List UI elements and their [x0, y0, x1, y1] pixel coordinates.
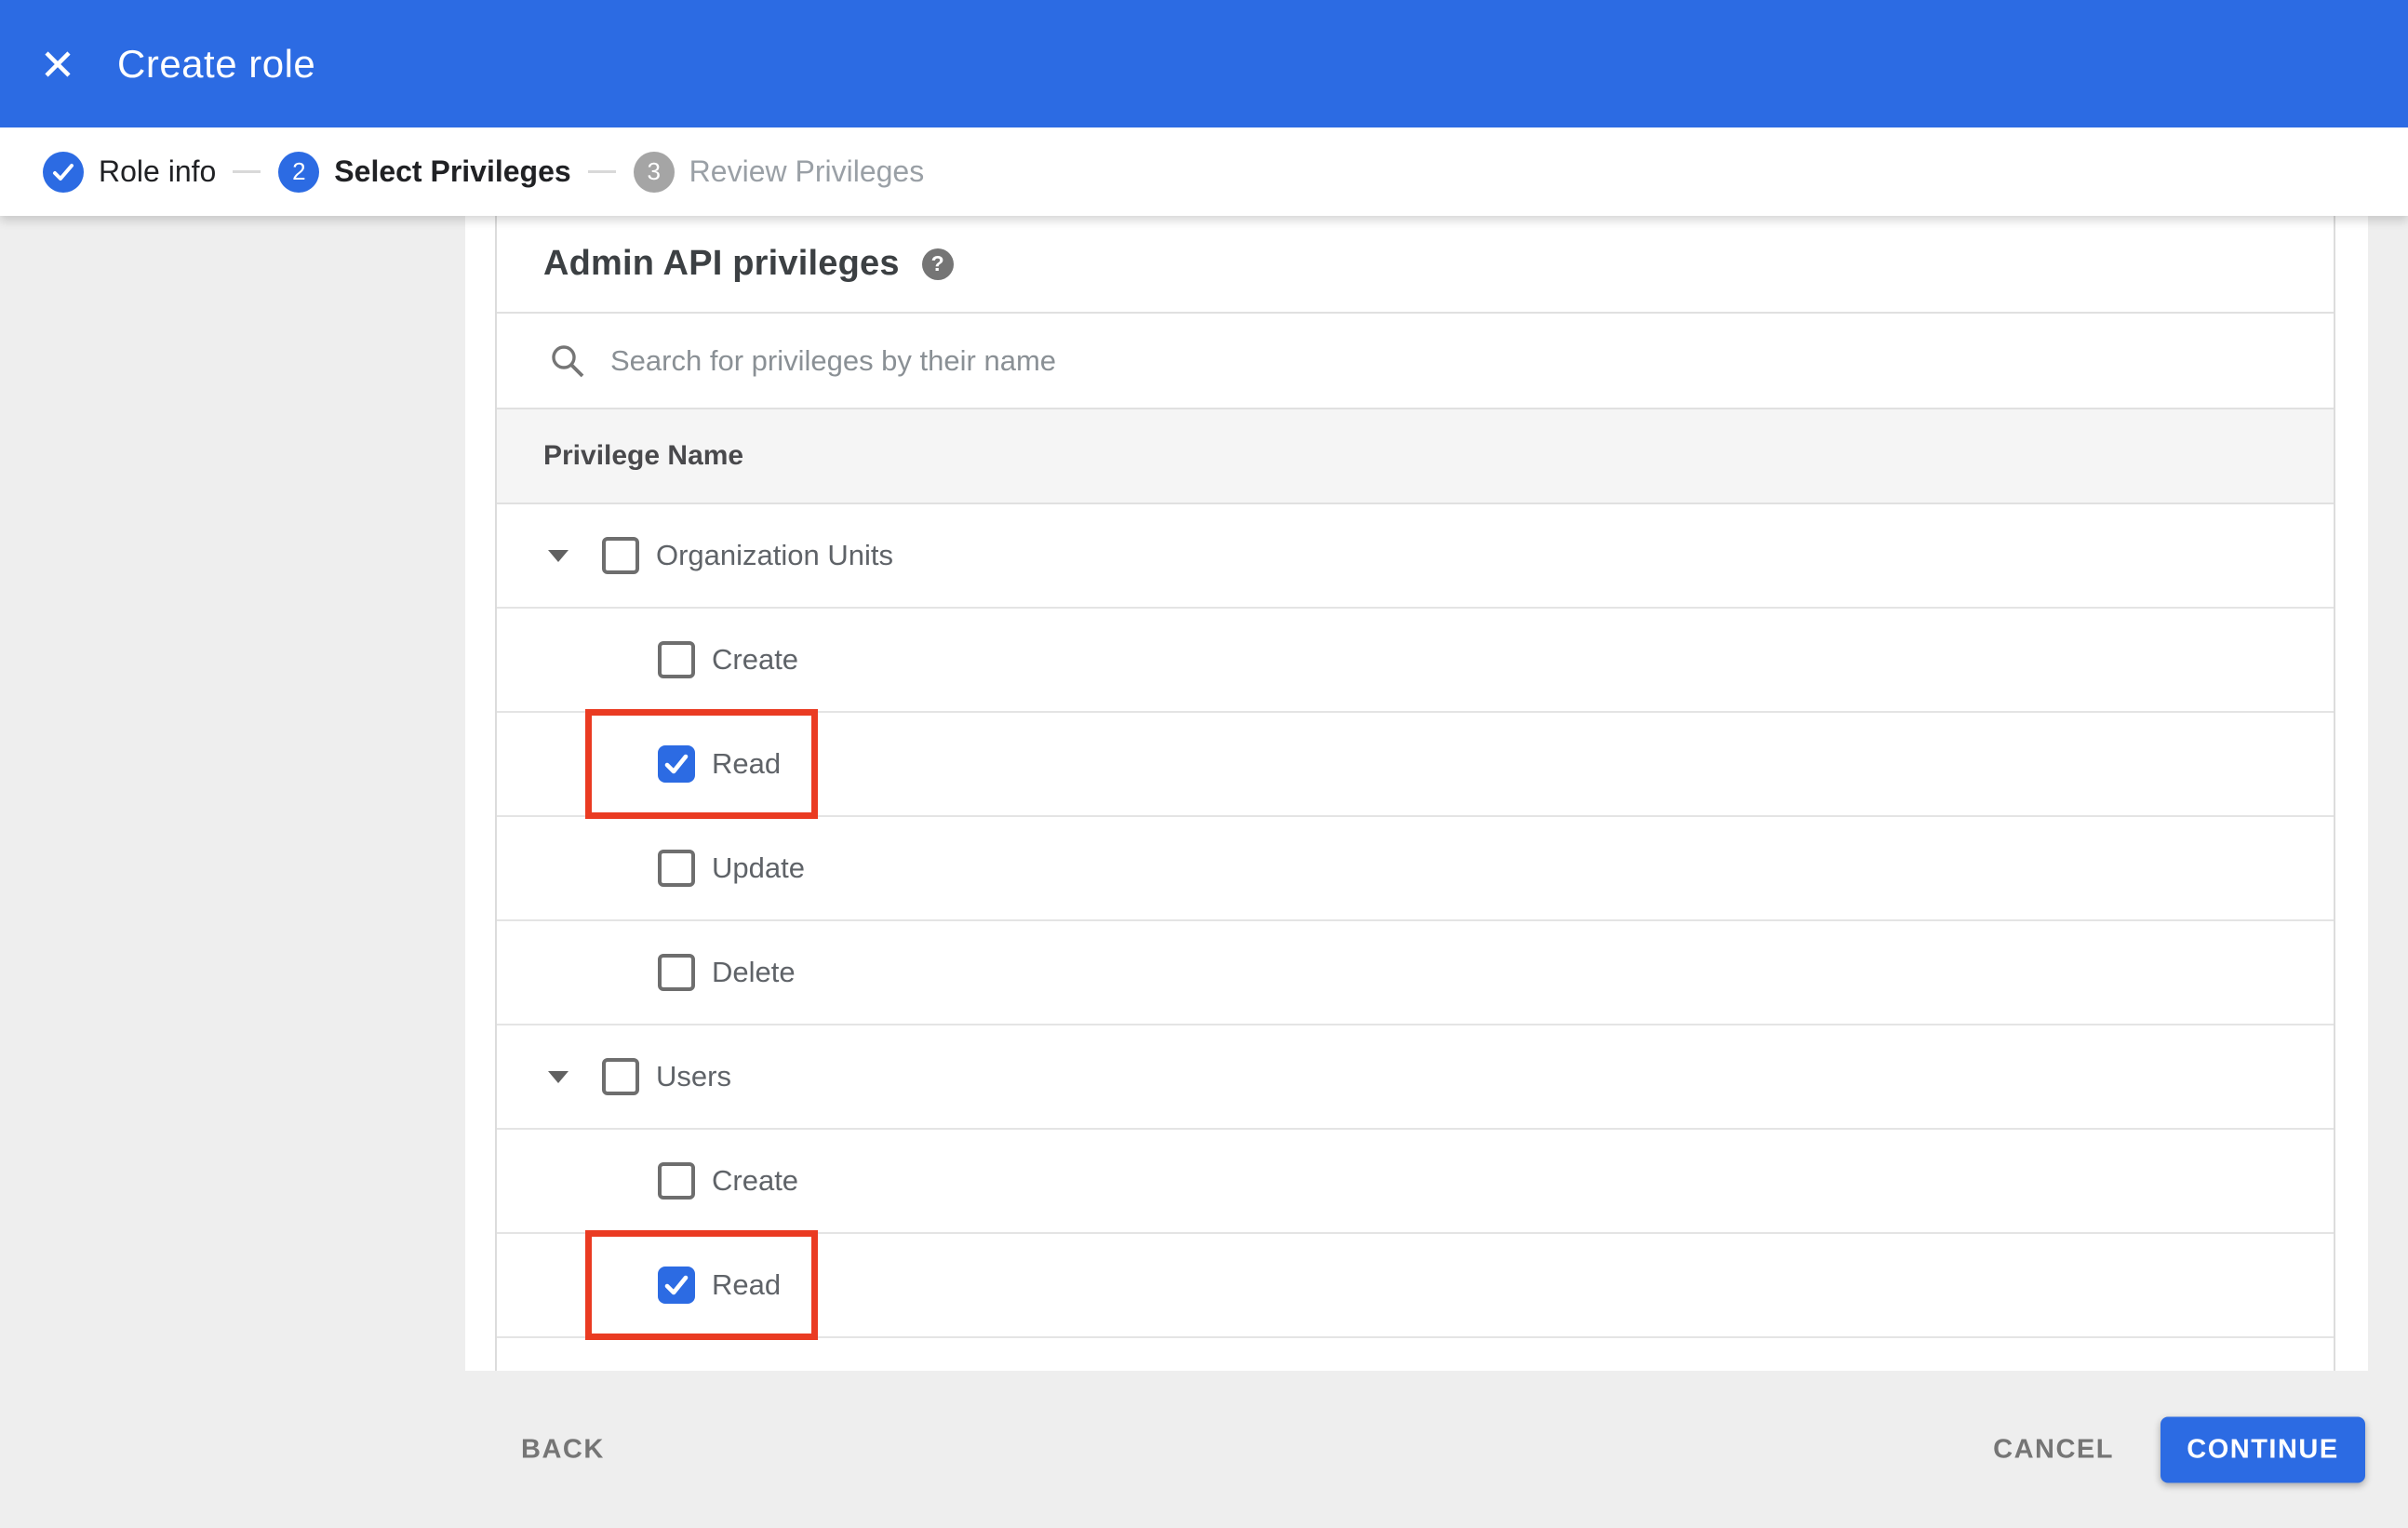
privilege-search-row — [497, 314, 2334, 409]
privilege-label: Update — [712, 851, 805, 884]
privilege-checkbox[interactable] — [602, 1058, 639, 1095]
table-row: Create — [497, 609, 2334, 713]
checkmark-icon — [664, 754, 689, 774]
privilege-label: Organization Units — [656, 539, 894, 571]
privilege-label: Read — [712, 1268, 782, 1301]
panel-heading: Admin API privileges — [543, 244, 900, 283]
cancel-button[interactable]: CANCEL — [1993, 1434, 2114, 1465]
step-label: Review Privileges — [689, 154, 925, 188]
privilege-label: Users — [656, 1060, 731, 1092]
dialog-title: Create role — [117, 41, 316, 86]
checkmark-icon — [664, 1275, 689, 1295]
privilege-checkbox[interactable] — [658, 954, 695, 991]
table-body: Organization Units Create Read Update De… — [497, 504, 2334, 1340]
step-label: Role info — [99, 154, 217, 188]
step-label: Select Privileges — [334, 154, 571, 188]
step-review-privileges[interactable]: 3 Review Privileges — [633, 151, 925, 193]
privilege-label: Delete — [712, 956, 796, 988]
privilege-label: Create — [712, 643, 799, 676]
privilege-checkbox[interactable] — [658, 850, 695, 887]
step-completed-circle — [43, 151, 84, 193]
table-row: Read — [497, 709, 2334, 819]
step-select-privileges[interactable]: 2 Select Privileges — [278, 151, 571, 193]
partial-row — [497, 1338, 2334, 1371]
footer-bar: BACK CANCEL CONTINUE — [0, 1371, 2408, 1528]
collapse-arrow-icon[interactable] — [548, 1070, 569, 1083]
step-role-info[interactable]: Role info — [43, 151, 217, 193]
table-row: Delete — [497, 921, 2334, 1025]
collapse-arrow-icon[interactable] — [548, 549, 569, 562]
table-row: Read — [497, 1230, 2334, 1340]
help-icon[interactable]: ? — [921, 248, 954, 280]
privilege-checkbox[interactable] — [658, 745, 695, 783]
admin-api-privileges-panel: Admin API privileges ? Privilege Name Or… — [495, 216, 2335, 1371]
table-header-row: Privilege Name — [497, 409, 2334, 504]
stepper: Role info 2 Select Privileges 3 Review P… — [0, 127, 2408, 216]
highlight-box — [585, 1230, 818, 1340]
step-number-circle: 3 — [633, 151, 675, 193]
privilege-label: Read — [712, 747, 782, 780]
check-icon — [53, 163, 74, 181]
back-button[interactable]: BACK — [521, 1434, 605, 1465]
step-connector — [233, 170, 261, 173]
table-row: Users — [497, 1025, 2334, 1130]
privilege-checkbox[interactable] — [658, 641, 695, 678]
table-row: Organization Units — [497, 504, 2334, 609]
step-connector — [587, 170, 616, 173]
step-number-circle: 2 — [278, 151, 320, 193]
privilege-name-column-header: Privilege Name — [543, 440, 744, 471]
privilege-checkbox[interactable] — [602, 537, 639, 574]
privilege-checkbox[interactable] — [658, 1267, 695, 1304]
privilege-checkbox[interactable] — [658, 1162, 695, 1200]
privilege-label: Create — [712, 1164, 799, 1197]
privilege-search-input[interactable] — [610, 332, 2334, 389]
highlight-box — [585, 709, 818, 819]
table-row: Create — [497, 1130, 2334, 1234]
search-icon — [552, 344, 584, 377]
app-bar: Create role — [0, 0, 2408, 127]
continue-button[interactable]: CONTINUE — [2161, 1416, 2365, 1482]
panel-heading-row: Admin API privileges ? — [497, 216, 2334, 314]
close-icon[interactable] — [30, 36, 86, 92]
table-row: Update — [497, 817, 2334, 921]
